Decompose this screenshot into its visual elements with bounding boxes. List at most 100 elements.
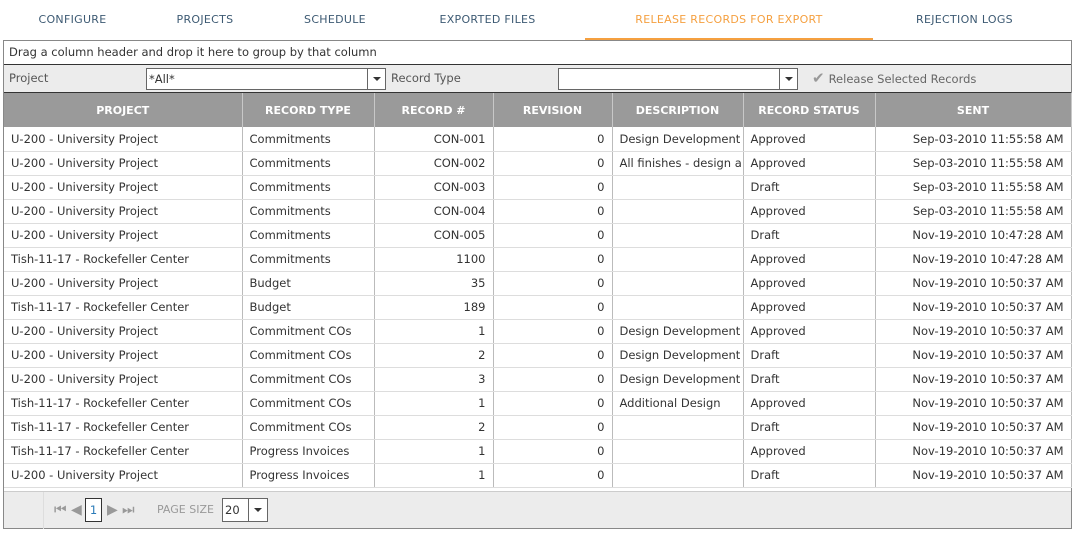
table-cell [612, 295, 744, 320]
table-cell: Sep-03-2010 11:55:58 AM [875, 127, 1072, 152]
table-cell: Nov-19-2010 10:50:37 AM [875, 391, 1072, 416]
tab-schedule[interactable]: SCHEDULE [260, 0, 410, 40]
table-row[interactable]: U-200 - University Project Commitment COs… [4, 343, 1072, 368]
table-cell: Nov-19-2010 10:50:37 AM [875, 463, 1072, 488]
table-cell: 0 [493, 463, 613, 488]
table-cell [612, 271, 744, 296]
table-row[interactable]: Tish-11-17 - Rockefeller Center Progress … [4, 439, 1072, 464]
tab-configure[interactable]: CONFIGURE [0, 0, 145, 40]
table-cell: 3 [374, 367, 494, 392]
release-label: Release Selected Records [828, 72, 977, 86]
records-table: PROJECT RECORD TYPE RECORD # REVISION DESCRI… [4, 93, 1072, 488]
table-cell: Design Development [612, 127, 744, 152]
table-cell: Approved [743, 199, 876, 224]
table-cell: Sep-03-2010 11:55:58 AM [875, 199, 1072, 224]
column-header[interactable]: RECORD TYPE [242, 93, 375, 127]
tab-projects[interactable]: PROJECTS [145, 0, 265, 40]
table-row[interactable]: U-200 - University Project Commitments CON… [4, 127, 1072, 152]
table-cell: CON-003 [374, 175, 494, 200]
record-type-label: Record Type [391, 71, 461, 85]
table-row[interactable]: U-200 - University Project Budget 35 0 Appro… [4, 271, 1072, 296]
table-cell: Draft [743, 175, 876, 200]
table-row[interactable]: U-200 - University Project Progress Invoi… [4, 463, 1072, 488]
table-cell: 0 [493, 295, 613, 320]
column-header[interactable]: REVISION [493, 93, 613, 127]
table-row[interactable]: Tish-11-17 - Rockefeller Center Commitmen… [4, 415, 1072, 440]
table-cell: Nov-19-2010 10:50:37 AM [875, 271, 1072, 296]
project-value: *All* [149, 72, 175, 86]
table-cell: Approved [743, 127, 876, 152]
table-row[interactable]: U-200 - University Project Commitments CON… [4, 175, 1072, 200]
table-cell [612, 439, 744, 464]
table-cell: Nov-19-2010 10:47:28 AM [875, 247, 1072, 272]
previous-page-icon[interactable]: ◀ [71, 502, 82, 518]
table-row[interactable]: U-200 - University Project Commitment COs… [4, 319, 1072, 344]
table-cell: Commitment COs [242, 343, 375, 368]
table-cell: Progress Invoices [242, 439, 375, 464]
table-row[interactable]: U-200 - University Project Commitment COs… [4, 367, 1072, 392]
column-header[interactable]: DESCRIPTION [612, 93, 744, 127]
table-cell: CON-002 [374, 151, 494, 176]
release-selected-button[interactable]: ✔ Release Selected Records [812, 65, 976, 92]
chevron-down-icon[interactable] [779, 69, 797, 89]
tab-release-records-for-export[interactable]: RELEASE RECORDS FOR EXPORT [585, 0, 873, 40]
table-cell: 0 [493, 271, 613, 296]
table-cell: Commitment COs [242, 367, 375, 392]
project-label: Project [9, 71, 49, 85]
table-row[interactable]: U-200 - University Project Commitments CON… [4, 151, 1072, 176]
table-row[interactable]: U-200 - University Project Commitments CON… [4, 199, 1072, 224]
checkmark-icon: ✔ [812, 69, 825, 87]
table-cell: U-200 - University Project [4, 223, 243, 248]
first-page-icon[interactable]: ⏮ [54, 502, 67, 518]
table-cell: CON-001 [374, 127, 494, 152]
table-cell: 0 [493, 151, 613, 176]
table-cell: 0 [493, 415, 613, 440]
table-cell: Commitments [242, 175, 375, 200]
table-cell: Budget [242, 295, 375, 320]
table-cell: 1100 [374, 247, 494, 272]
chevron-down-icon[interactable] [248, 499, 267, 521]
column-header[interactable]: PROJECT [4, 93, 243, 127]
table-cell: Commitments [242, 247, 375, 272]
table-row[interactable]: Tish-11-17 - Rockefeller Center Commitmen… [4, 391, 1072, 416]
table-cell: U-200 - University Project [4, 151, 243, 176]
table-cell: Approved [743, 319, 876, 344]
tab-exported-files[interactable]: EXPORTED FILES [405, 0, 570, 40]
table-cell: Draft [743, 367, 876, 392]
last-page-icon[interactable]: ⏭ [122, 502, 135, 518]
table-cell: Nov-19-2010 10:50:37 AM [875, 343, 1072, 368]
next-page-icon[interactable]: ▶ [107, 502, 118, 518]
table-cell: 1 [374, 319, 494, 344]
table-cell: Nov-19-2010 10:50:37 AM [875, 367, 1072, 392]
table-cell: Draft [743, 343, 876, 368]
column-header[interactable]: SENT [875, 93, 1072, 127]
table-cell: 0 [493, 343, 613, 368]
records-grid: Drag a column header and drop it here to… [3, 40, 1072, 529]
column-header[interactable]: RECORD STATUS [743, 93, 876, 127]
record-type-select[interactable] [558, 68, 798, 90]
chevron-down-icon[interactable] [367, 69, 385, 89]
column-header[interactable]: RECORD # [374, 93, 494, 127]
pager: ⏮ ◀ 1 ▶ ⏭ PAGE SIZE 20 [4, 491, 1071, 529]
table-row[interactable]: Tish-11-17 - Rockefeller Center Budget 189… [4, 295, 1072, 320]
table-cell: Nov-19-2010 10:50:37 AM [875, 319, 1072, 344]
table-cell: Tish-11-17 - Rockefeller Center [4, 439, 243, 464]
table-row[interactable]: Tish-11-17 - Rockefeller Center Commitmen… [4, 247, 1072, 272]
table-cell: 0 [493, 223, 613, 248]
tab-rejection-logs[interactable]: REJECTION LOGS [873, 0, 1056, 40]
table-cell: Draft [743, 463, 876, 488]
table-cell: 0 [493, 247, 613, 272]
table-cell: Sep-03-2010 11:55:58 AM [875, 151, 1072, 176]
table-row[interactable]: U-200 - University Project Commitments CON… [4, 223, 1072, 248]
table-cell: Tish-11-17 - Rockefeller Center [4, 295, 243, 320]
table-cell: Commitments [242, 151, 375, 176]
project-select[interactable]: *All* [146, 68, 386, 90]
table-cell: Approved [743, 247, 876, 272]
table-cell: Nov-19-2010 10:50:37 AM [875, 439, 1072, 464]
current-page[interactable]: 1 [85, 498, 102, 522]
page-size-select[interactable]: 20 [222, 498, 268, 522]
group-by-area[interactable]: Drag a column header and drop it here to… [4, 41, 1071, 65]
table-cell: U-200 - University Project [4, 367, 243, 392]
table-cell: Tish-11-17 - Rockefeller Center [4, 391, 243, 416]
table-cell [612, 199, 744, 224]
